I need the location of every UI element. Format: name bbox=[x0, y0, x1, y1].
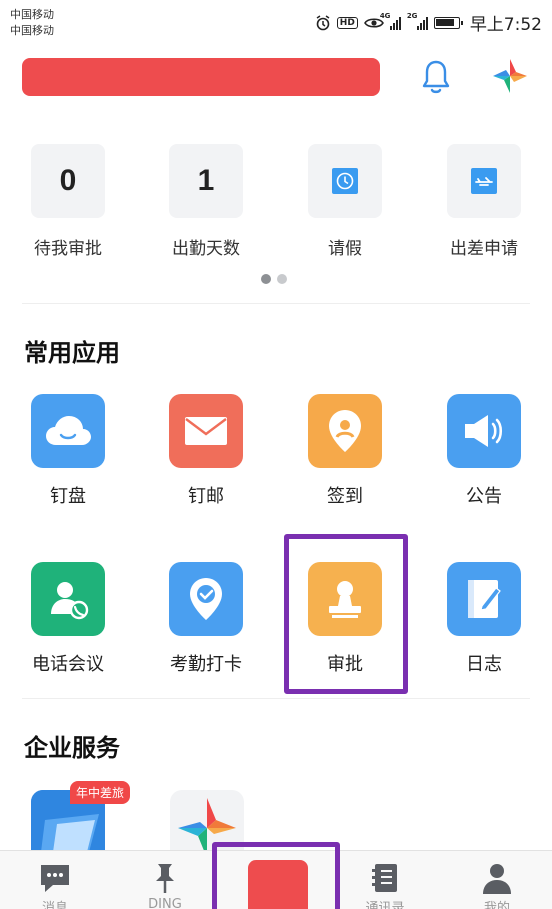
signal-2g-icon: 2G bbox=[407, 12, 428, 30]
pager-dot[interactable] bbox=[261, 274, 271, 284]
person-icon bbox=[483, 864, 511, 894]
quick-item-leave[interactable]: 请假 bbox=[290, 144, 400, 259]
app-announcement[interactable]: 公告 bbox=[424, 394, 544, 508]
megaphone-icon bbox=[447, 394, 521, 468]
quick-item-business-trip[interactable]: 出差申请 bbox=[429, 144, 539, 259]
clock-icon bbox=[332, 168, 358, 194]
pager-dot[interactable] bbox=[277, 274, 287, 284]
mail-icon bbox=[169, 394, 243, 468]
status-time: 早上7:52 bbox=[469, 15, 542, 35]
cloud-icon bbox=[31, 394, 105, 468]
nav-tab-ding[interactable]: DING bbox=[120, 851, 210, 909]
check-pin-icon bbox=[169, 562, 243, 636]
dingtalk-star-logo-icon[interactable] bbox=[492, 58, 528, 94]
nav-label: 我的 bbox=[483, 901, 510, 909]
location-pin-icon bbox=[308, 394, 382, 468]
app-label: 考勤打卡 bbox=[170, 654, 242, 675]
app-label: 签到 bbox=[327, 486, 363, 507]
app-label: 日志 bbox=[466, 654, 502, 675]
app-label: 公告 bbox=[466, 486, 502, 507]
enterprise-services-title: 企业服务 bbox=[24, 734, 120, 762]
leave-icon-box bbox=[308, 144, 382, 218]
app-dingpan[interactable]: 钉盘 bbox=[8, 394, 128, 508]
notebook-pen-icon bbox=[447, 562, 521, 636]
nav-label: DING bbox=[148, 897, 182, 909]
nav-tab-me[interactable]: 我的 bbox=[452, 851, 542, 909]
app-log[interactable]: 日志 bbox=[424, 562, 544, 676]
signal-4g-icon: 4G bbox=[380, 12, 401, 30]
pending-approval-label: 待我审批 bbox=[34, 239, 102, 259]
hd-icon: HD bbox=[336, 16, 358, 29]
quick-item-attendance-days[interactable]: 1 出勤天数 bbox=[151, 144, 261, 259]
business-trip-label: 出差申请 bbox=[450, 239, 518, 259]
pager-dots bbox=[261, 274, 287, 284]
bell-icon[interactable] bbox=[419, 58, 453, 96]
signal-4g-label: 4G bbox=[379, 11, 391, 20]
pending-approval-count: 0 bbox=[31, 144, 105, 218]
signal-2g-label: 2G bbox=[406, 11, 418, 20]
attendance-days-count: 1 bbox=[169, 144, 243, 218]
promo-badge: 年中差旅 bbox=[70, 781, 131, 804]
app-checkin[interactable]: 签到 bbox=[285, 394, 405, 508]
status-bar: 中国移动 中国移动 HD 4G 2G 早上7:52 bbox=[0, 0, 552, 44]
battery-icon bbox=[433, 16, 463, 29]
alarm-icon bbox=[316, 14, 330, 30]
app-label: 电话会议 bbox=[32, 654, 104, 675]
app-dingmail[interactable]: 钉邮 bbox=[146, 394, 266, 508]
nav-tab-messages[interactable]: 消息 bbox=[10, 851, 100, 909]
quick-item-pending-approval[interactable]: 0 待我审批 bbox=[13, 144, 123, 259]
nav-label: 通讯录 bbox=[365, 901, 405, 909]
divider bbox=[22, 698, 530, 699]
common-apps-title: 常用应用 bbox=[24, 339, 120, 367]
phone-user-icon bbox=[31, 562, 105, 636]
app-attendance-punch[interactable]: 考勤打卡 bbox=[146, 562, 266, 676]
approval-highlight-box bbox=[284, 534, 408, 694]
app-label: 钉盘 bbox=[50, 486, 86, 507]
divider bbox=[22, 303, 530, 304]
airplane-icon bbox=[471, 168, 497, 194]
organization-name-banner[interactable] bbox=[22, 58, 380, 96]
work-tab-highlight-box bbox=[212, 842, 340, 909]
nav-label: 消息 bbox=[41, 901, 68, 909]
app-conference-call[interactable]: 电话会议 bbox=[8, 562, 128, 676]
attendance-days-label: 出勤天数 bbox=[172, 239, 240, 259]
app-label: 钉邮 bbox=[188, 486, 224, 507]
carrier-label-2: 中国移动 bbox=[10, 24, 54, 37]
chat-icon bbox=[41, 865, 69, 892]
carrier-label-1: 中国移动 bbox=[10, 8, 54, 21]
business-trip-icon-box bbox=[447, 144, 521, 218]
leave-label: 请假 bbox=[328, 239, 362, 259]
contacts-icon bbox=[372, 864, 397, 892]
pin-icon bbox=[156, 864, 174, 893]
nav-tab-contacts[interactable]: 通讯录 bbox=[340, 851, 430, 909]
